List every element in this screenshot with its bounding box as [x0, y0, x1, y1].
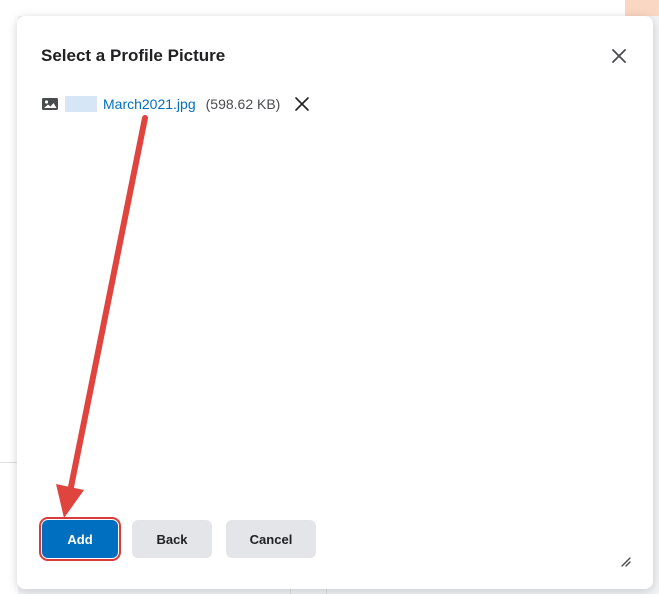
remove-file-button[interactable] — [294, 96, 310, 112]
cancel-button[interactable]: Cancel — [226, 520, 316, 558]
background-divider — [326, 589, 327, 594]
background-accent — [625, 0, 659, 16]
file-name-link[interactable]: March2021.jpg — [103, 96, 196, 112]
remove-file-icon — [295, 97, 310, 111]
redacted-filename-prefix — [65, 96, 97, 112]
page: Select a Profile Picture March2021.jpg (… — [0, 0, 659, 594]
selected-file: March2021.jpg (598.62 KB) — [41, 96, 310, 112]
image-icon — [41, 97, 59, 111]
add-button[interactable]: Add — [39, 517, 121, 561]
background-topbar — [0, 0, 659, 16]
resize-handle-icon[interactable] — [617, 553, 631, 567]
dialog-title: Select a Profile Picture — [41, 46, 226, 65]
close-button[interactable] — [609, 46, 629, 66]
back-button[interactable]: Back — [132, 520, 212, 558]
background-left-strip — [0, 16, 18, 594]
background-divider — [290, 589, 291, 594]
background-divider — [0, 462, 18, 463]
profile-picture-dialog: Select a Profile Picture March2021.jpg (… — [17, 16, 653, 589]
close-icon — [612, 49, 626, 63]
file-size: (598.62 KB) — [205, 96, 281, 112]
